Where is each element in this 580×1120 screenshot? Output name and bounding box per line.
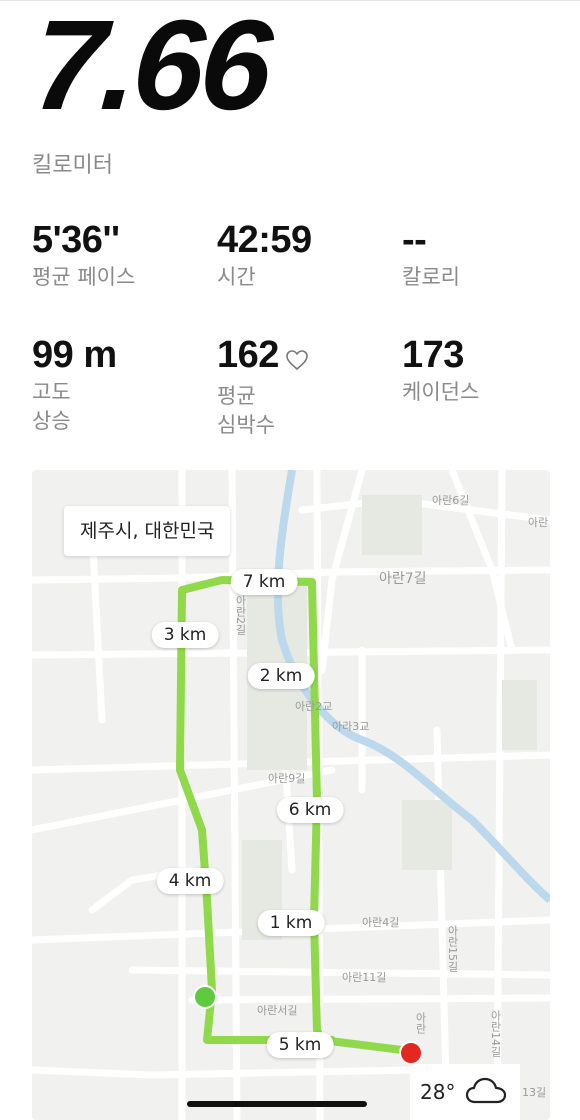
road-label: 아란서길	[257, 1004, 298, 1017]
cloud-icon	[465, 1076, 507, 1109]
km-marker: 7 km	[230, 569, 298, 595]
stat-duration: 42:59 시간	[217, 221, 312, 292]
start-marker	[193, 985, 217, 1009]
end-marker	[399, 1041, 423, 1065]
road-label: 아란7길	[379, 571, 427, 587]
stat-label: 평균 심박수	[217, 384, 275, 437]
home-indicator[interactable]	[187, 1101, 367, 1107]
map-base	[32, 470, 550, 1120]
stat-label: 고도 상승	[32, 380, 71, 433]
road-label: 아라3교	[332, 720, 370, 733]
stat-elevation-gain: 99 m 고도 상승	[32, 336, 117, 436]
road-label: 아란15길	[446, 925, 459, 972]
km-marker: 1 km	[257, 910, 325, 936]
route-map[interactable]: 아란7길 아란4길 아란11길 아란서길 아란6길 아란 아라3교 아란9길 아…	[32, 470, 550, 1120]
stat-value: 99 m	[32, 334, 117, 376]
road-label: 아란9길	[268, 772, 306, 785]
stat-value: 162	[217, 334, 279, 376]
stat-value: 173	[402, 334, 464, 376]
location-chip: 제주시, 대한민국	[64, 506, 231, 556]
stat-cadence: 173 케이던스	[402, 336, 479, 407]
stat-label: 시간	[217, 265, 256, 289]
km-marker: 6 km	[276, 797, 344, 823]
road-label: 13길	[522, 1086, 547, 1099]
stat-label: 케이던스	[402, 380, 480, 404]
heart-outline-icon	[285, 340, 309, 378]
stat-value: 5'36''	[32, 219, 120, 261]
road-label: 아란14길	[489, 1010, 502, 1057]
stat-avg-heart-rate: 162 평균 심박수	[217, 336, 309, 440]
road-label: 아란6길	[432, 494, 470, 507]
road-label: 아란4길	[362, 916, 400, 929]
stat-value: --	[402, 219, 427, 261]
road-label: 아란	[414, 1012, 427, 1034]
road-label: 아란11길	[342, 971, 387, 984]
distance-value: 7.66	[29, 0, 273, 137]
km-marker: 2 km	[247, 663, 315, 689]
road-label: 아란	[528, 516, 549, 529]
km-marker: 3 km	[151, 622, 219, 648]
road-label: 아란2길	[234, 595, 247, 635]
km-marker: 4 km	[156, 868, 224, 894]
distance-unit: 킬로미터	[32, 153, 113, 178]
stat-label: 칼로리	[402, 265, 460, 289]
stat-avg-pace: 5'36'' 평균 페이스	[32, 221, 135, 292]
stat-value: 42:59	[217, 219, 312, 261]
stat-label: 평균 페이스	[32, 265, 136, 289]
km-marker: 5 km	[266, 1032, 334, 1058]
temperature: 28°	[420, 1080, 456, 1104]
weather-badge: 28°	[410, 1064, 520, 1120]
stat-calories: -- 칼로리	[402, 221, 460, 292]
road-label: 아란2교	[295, 700, 333, 713]
